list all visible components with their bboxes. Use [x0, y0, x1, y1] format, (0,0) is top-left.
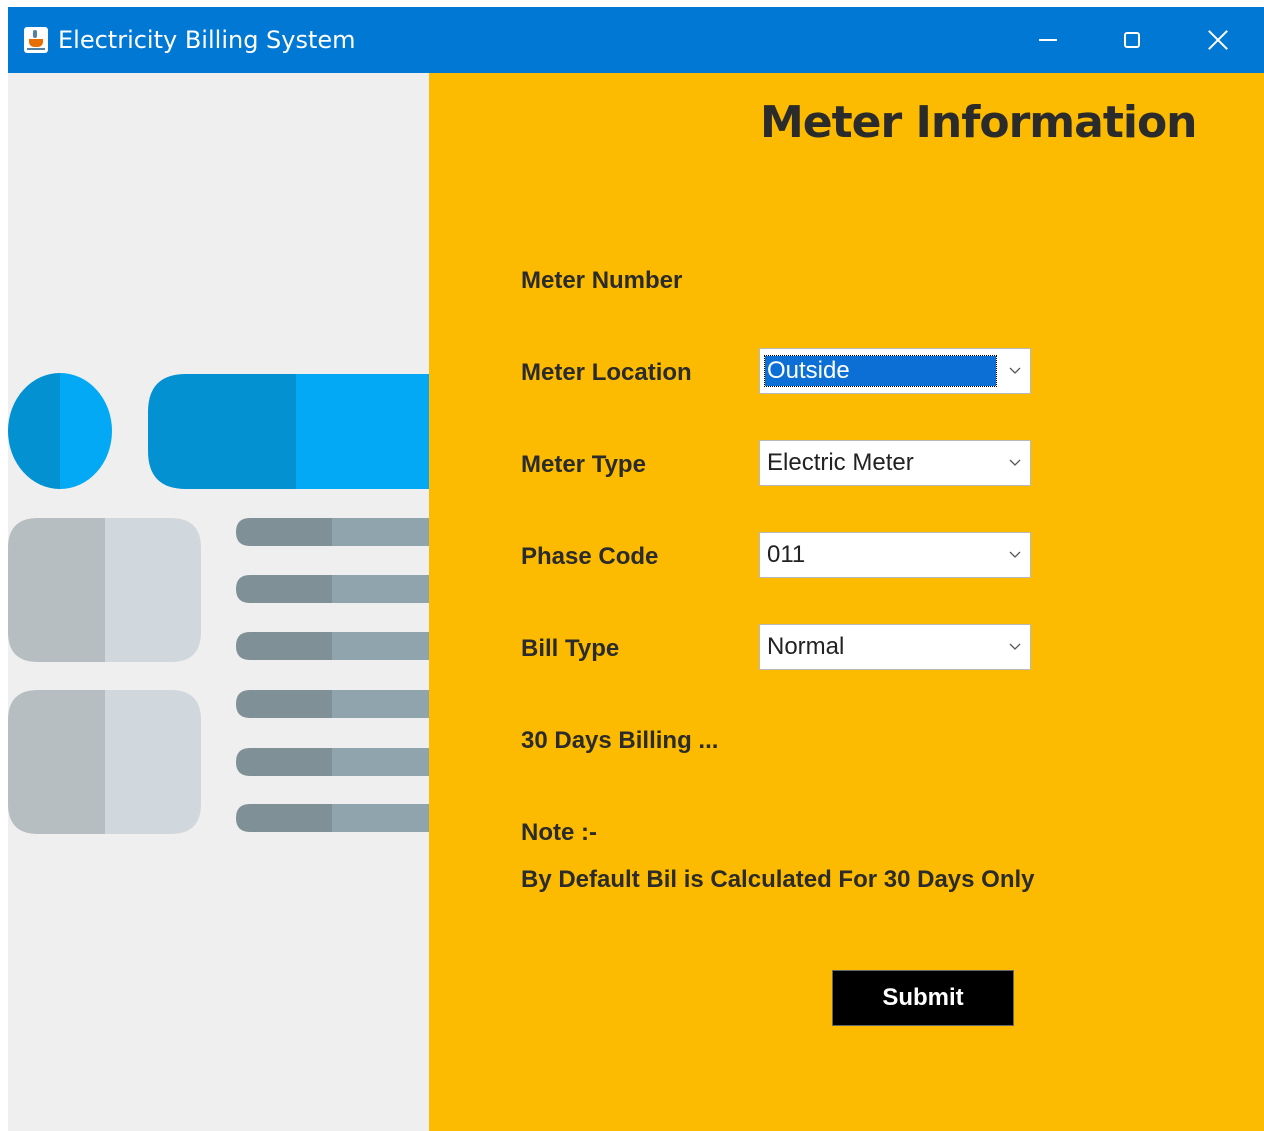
- illustration-panel: [8, 73, 429, 1131]
- phase-code-label: Phase Code: [521, 543, 659, 570]
- meter-type-select[interactable]: Electric Meter: [759, 440, 1031, 486]
- text-line-bars: [236, 518, 429, 832]
- chevron-down-icon: [1009, 459, 1021, 466]
- chevron-down-icon: [1009, 367, 1021, 374]
- title-bar[interactable]: Electricity Billing System: [8, 7, 1264, 73]
- maximize-icon: [1124, 32, 1140, 48]
- java-cup-icon: [24, 27, 48, 53]
- submit-button[interactable]: Submit: [832, 970, 1014, 1026]
- note-label: Note :-: [521, 819, 597, 846]
- blue-pill-shape: [148, 374, 429, 489]
- meter-location-value: Outside: [764, 355, 997, 387]
- meter-type-label: Meter Type: [521, 451, 646, 478]
- note-text: By Default Bil is Calculated For 30 Days…: [521, 866, 1035, 893]
- bill-type-value: Normal: [767, 633, 845, 660]
- window-title: Electricity Billing System: [58, 26, 356, 54]
- bill-type-select[interactable]: Normal: [759, 624, 1031, 670]
- close-icon: [1207, 29, 1229, 51]
- chevron-down-icon: [1009, 643, 1021, 650]
- gray-card-bottom: [8, 690, 201, 834]
- close-button[interactable]: [1176, 7, 1260, 73]
- maximize-button[interactable]: [1090, 7, 1174, 73]
- minimize-icon: [1039, 39, 1057, 41]
- chevron-down-icon: [1009, 551, 1021, 558]
- bill-illustration: [8, 373, 429, 834]
- page-title: Meter Information: [760, 97, 1197, 148]
- billing-days-label: 30 Days Billing ...: [521, 727, 719, 754]
- meter-location-select[interactable]: Outside: [759, 348, 1031, 394]
- meter-number-label: Meter Number: [521, 267, 683, 294]
- phase-code-select[interactable]: 011: [759, 532, 1031, 578]
- phase-code-value: 011: [767, 541, 806, 568]
- blue-circle-shape: [8, 373, 112, 489]
- app-window: Electricity Billing System Meter Informa…: [8, 7, 1264, 1131]
- meter-type-value: Electric Meter: [767, 449, 914, 476]
- meter-location-label: Meter Location: [521, 359, 692, 386]
- minimize-button[interactable]: [1006, 7, 1090, 73]
- gray-card-top: [8, 518, 201, 662]
- bill-type-label: Bill Type: [521, 635, 620, 662]
